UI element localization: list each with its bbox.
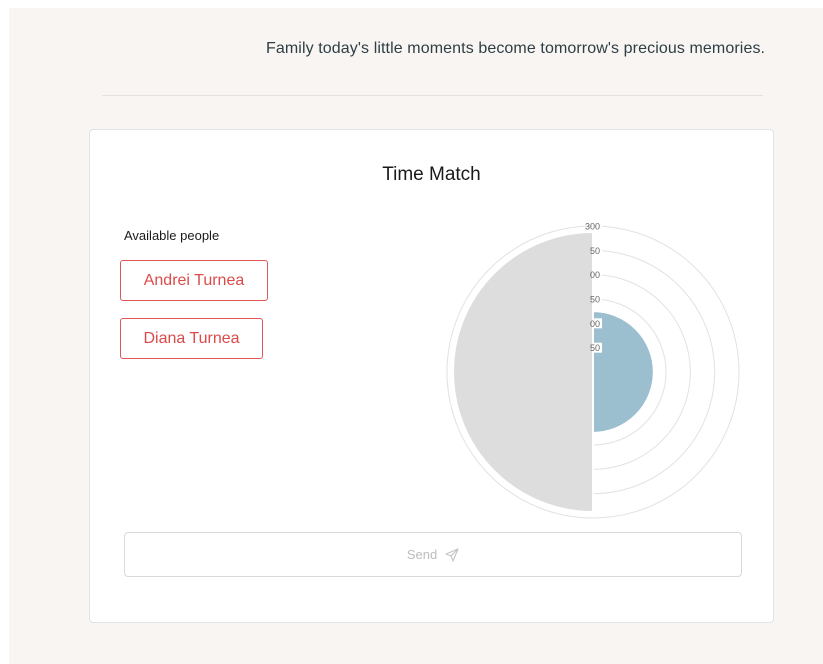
person-button-diana-turnea[interactable]: Diana Turnea	[120, 318, 263, 359]
time-match-chart: 300 50 00 50 00 50	[443, 221, 743, 522]
chart-slice[interactable]	[452, 230, 594, 514]
send-label: Send	[406, 547, 438, 562]
chart-tick-label: 300	[585, 222, 600, 232]
paper-plane-icon	[445, 547, 459, 562]
time-match-card: Time Match Available people Andrei Turne…	[89, 129, 774, 623]
person-button-andrei-turnea[interactable]: Andrei Turnea	[120, 260, 268, 301]
chart-tick-label: 50	[590, 343, 600, 353]
chart-tick-label: 00	[590, 319, 600, 329]
chart-tick-label: 50	[590, 246, 600, 256]
chart-tick-label: 50	[590, 295, 600, 305]
polar-area-chart: 300 50 00 50 00 50	[446, 221, 740, 519]
send-button[interactable]: Send	[124, 532, 742, 577]
header-divider	[102, 95, 763, 96]
available-people-label: Available people	[124, 228, 220, 243]
chart-slice[interactable]	[592, 310, 655, 434]
header-tagline: Family today's little moments become tom…	[266, 40, 766, 57]
card-title: Time Match	[382, 164, 481, 185]
chart-tick-label: 00	[590, 270, 600, 280]
